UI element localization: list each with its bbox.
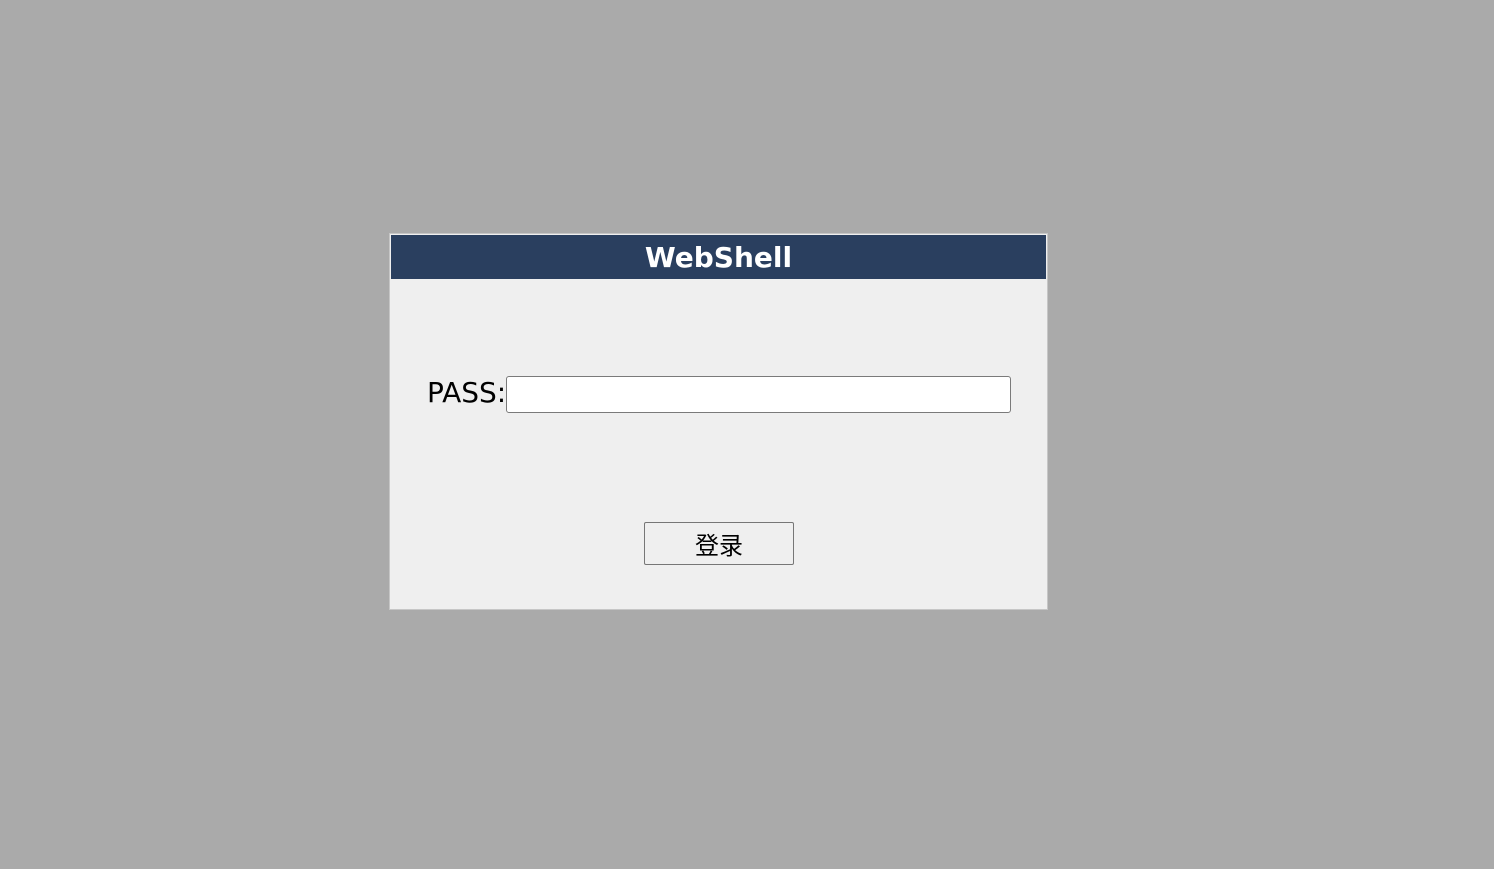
pass-label: PASS: <box>427 376 507 409</box>
login-dialog: WebShell PASS: 登录 <box>389 233 1048 610</box>
dialog-title: WebShell <box>391 235 1046 279</box>
login-button[interactable]: 登录 <box>644 522 794 565</box>
password-input[interactable] <box>506 376 1011 413</box>
